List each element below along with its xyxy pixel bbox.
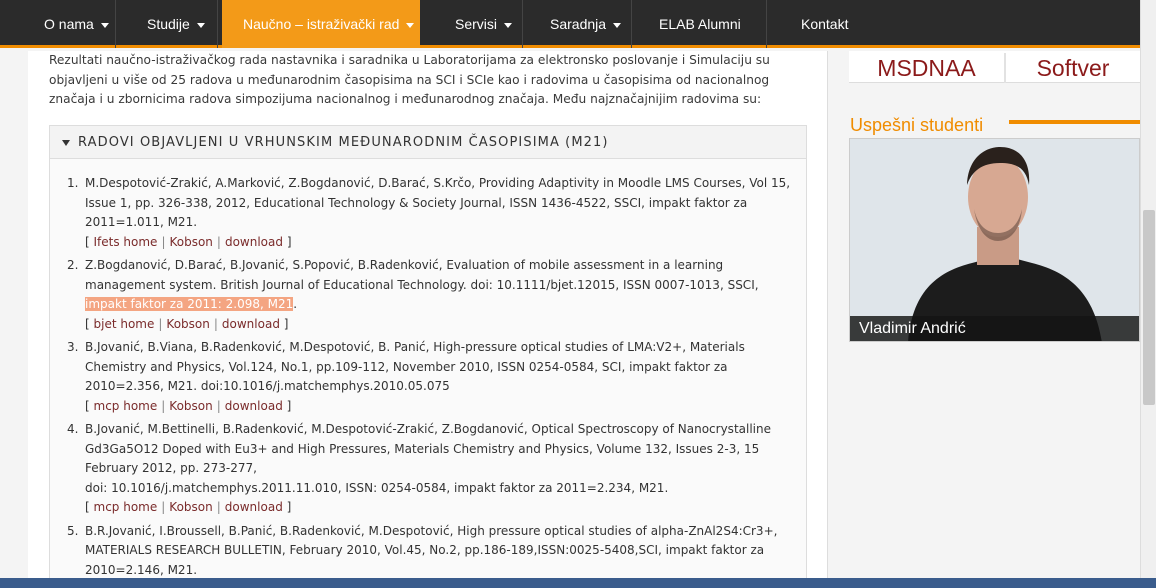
reference-text: Z.Bogdanović, D.Barać, B.Jovanić, S.Popo… (85, 258, 759, 292)
list-item: 5. B.R.Jovanić, I.Broussell, B.Panić, B.… (64, 522, 794, 581)
nav-label: Saradnja (550, 16, 607, 32)
student-name: Vladimir Andrić (850, 316, 1139, 341)
journal-home-link[interactable]: mcp home (94, 500, 158, 514)
reference-tail: . (293, 297, 298, 311)
list-item: 1. M.Despotović-Zrakić, A.Marković, Z.Bo… (64, 174, 794, 252)
sidebar-tabs: MSDNAA Softver (849, 51, 1140, 83)
reference-links: [ mcp home | Kobson | download ] (85, 500, 292, 514)
main-content: Rezultati naučno-istraživačkog rada nast… (28, 51, 828, 588)
chevron-down-icon (196, 22, 205, 28)
nav-label: O nama (44, 16, 94, 32)
chevron-down-icon (613, 22, 622, 28)
section-title: RADOVI OBJAVLJENI U VRHUNSKIM MEĐUNARODN… (78, 135, 609, 150)
highlighted-text: impakt faktor za 2011: 2.098, M21 (85, 297, 294, 311)
download-link[interactable]: download (225, 235, 283, 249)
nav-item-o-nama[interactable]: O nama (28, 0, 116, 48)
nav-item-elab-alumni[interactable]: ELAB Alumni (633, 0, 767, 48)
student-portrait-image (850, 139, 1139, 341)
reference-text: M.Despotović-Zrakić, A.Marković, Z.Bogda… (85, 176, 791, 229)
journal-home-link[interactable]: Ifets home (94, 235, 158, 249)
item-number: 3. (67, 340, 79, 354)
reference-text: B.Jovanić, M.Bettinelli, B.Radenković, M… (85, 422, 771, 475)
reference-text: B.Jovanić, B.Viana, B.Radenković, M.Desp… (85, 340, 745, 393)
references-list: 1. M.Despotović-Zrakić, A.Marković, Z.Bo… (64, 174, 794, 584)
download-link[interactable]: download (225, 399, 283, 413)
publications-accordion: RADOVI OBJAVLJENI U VRHUNSKIM MEĐUNARODN… (49, 125, 807, 588)
nav-label: Servisi (455, 16, 498, 32)
item-number: 2. (67, 258, 79, 272)
page-scrollbar[interactable] (1140, 0, 1156, 588)
nav-label: Kontakt (801, 16, 849, 32)
list-item: 2. Z.Bogdanović, D.Barać, B.Jovanić, S.P… (64, 256, 794, 334)
successful-students-title: Uspešni studenti (850, 115, 984, 135)
scrollbar-thumb[interactable] (1143, 210, 1155, 405)
reference-links: [ mcp home | Kobson | download ] (85, 398, 292, 413)
chevron-down-icon (406, 22, 415, 28)
kobson-link[interactable]: Kobson (166, 317, 209, 331)
chevron-down-icon (504, 22, 513, 28)
nav-item-saradnja[interactable]: Saradnja (524, 0, 632, 48)
download-link[interactable]: download (225, 500, 283, 514)
os-taskbar-strip (0, 578, 1156, 588)
msdnaa-link[interactable]: MSDNAA (849, 51, 1004, 83)
list-item: 4. B.Jovanić, M.Bettinelli, B.Radenković… (64, 420, 794, 518)
caret-down-icon (62, 139, 70, 146)
softver-link[interactable]: Softver (1006, 51, 1140, 83)
nav-label: Naučno – istraživački rad (243, 16, 400, 32)
accordion-header[interactable]: RADOVI OBJAVLJENI U VRHUNSKIM MEĐUNARODN… (50, 126, 806, 159)
reference-links: [ Ifets home | Kobson | download ] (85, 234, 292, 249)
kobson-link[interactable]: Kobson (169, 235, 212, 249)
nav-label: Studije (147, 16, 190, 32)
page: O nama Studije Naučno – istraživački rad… (0, 0, 1156, 588)
item-number: 5. (67, 523, 79, 538)
journal-home-link[interactable]: mcp home (94, 399, 158, 413)
item-number: 4. (67, 422, 79, 436)
list-item: 3. B.Jovanić, B.Viana, B.Radenković, M.D… (64, 338, 794, 416)
kobson-link[interactable]: Kobson (169, 500, 212, 514)
reference-links: [ bjet home | Kobson | download ] (85, 316, 289, 331)
nav-item-servisi[interactable]: Servisi (423, 0, 523, 48)
chevron-down-icon (100, 22, 109, 28)
sidebar: MSDNAA Softver Uspešni studenti Vladimir… (849, 51, 1140, 588)
nav-item-studije[interactable]: Studije (117, 0, 218, 48)
intro-paragraph: Rezultati naučno-istraživačkog rada nast… (49, 53, 770, 106)
nav-item-naucno-istrazivacki-rad[interactable]: Naučno – istraživački rad (222, 0, 420, 48)
student-photo[interactable]: Vladimir Andrić (849, 138, 1140, 342)
download-link[interactable]: download (222, 317, 280, 331)
reference-doi: doi: 10.1016/j.matchemphys.2011.11.010, … (85, 480, 669, 495)
title-underline (1009, 120, 1140, 124)
main-navigation: O nama Studije Naučno – istraživački rad… (0, 0, 1140, 48)
journal-home-link[interactable]: bjet home (94, 317, 155, 331)
nav-item-kontakt[interactable]: Kontakt (768, 0, 878, 48)
item-number: 1. (67, 176, 79, 190)
kobson-link[interactable]: Kobson (169, 399, 212, 413)
reference-text: B.R.Jovanić, I.Broussell, B.Panić, B.Rad… (85, 523, 778, 577)
nav-label: ELAB Alumni (659, 16, 741, 32)
